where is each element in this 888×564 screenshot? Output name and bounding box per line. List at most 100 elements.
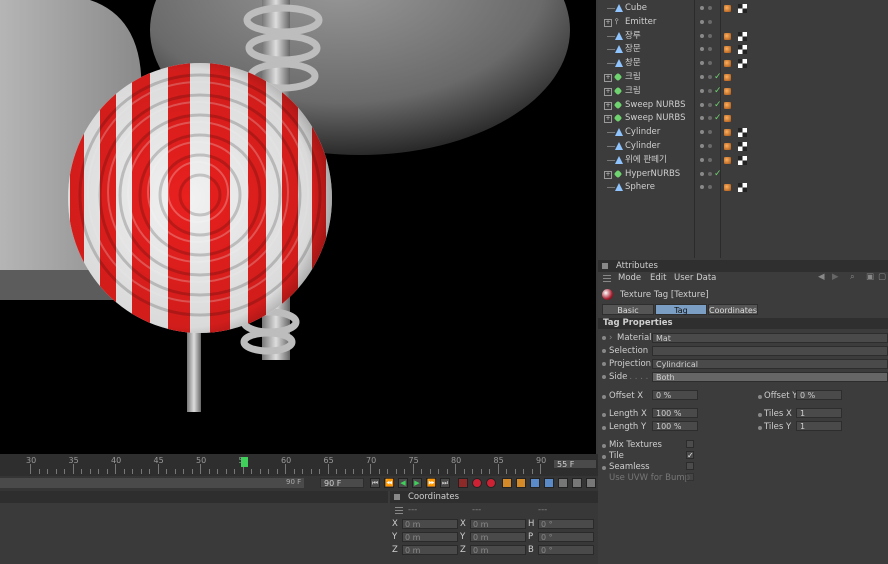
keyframe-dot[interactable] [602, 413, 606, 417]
object-row[interactable]: 창문 [598, 57, 888, 70]
enabled-check-icon[interactable]: ✓ [714, 112, 722, 125]
phong-tag-icon[interactable] [724, 60, 731, 68]
rotation-field[interactable]: 0 ° [538, 519, 594, 529]
tab-coordinates[interactable]: Coordinates [708, 304, 758, 315]
keyframe-dot[interactable] [602, 395, 606, 399]
editor-visibility-dot[interactable] [700, 185, 704, 190]
expand-toggle-icon[interactable]: + [604, 18, 612, 27]
object-name[interactable]: 장루 [625, 30, 641, 43]
render-visibility-dot[interactable] [708, 19, 712, 24]
keyframe-dot[interactable] [758, 413, 762, 417]
side-dropdown[interactable]: Both [652, 372, 888, 382]
rotation-field[interactable]: 0 ° [538, 545, 594, 555]
tab-tag[interactable]: Tag [655, 304, 707, 315]
render-visibility-dot[interactable] [708, 75, 712, 79]
preview-range-bar[interactable]: 90 F [0, 478, 304, 488]
editor-visibility-dot[interactable] [700, 47, 704, 52]
phong-tag-icon[interactable] [724, 184, 731, 192]
object-row[interactable]: + HyperNURBS ✓ [598, 168, 888, 181]
texture-tag-icon[interactable] [738, 4, 747, 13]
end-frame-field[interactable]: 90 F [320, 478, 364, 488]
object-row[interactable]: 장루 [598, 30, 888, 43]
size-field[interactable]: 0 m [470, 519, 526, 529]
object-name[interactable]: Sweep NURBS [625, 99, 685, 112]
phong-tag-icon[interactable] [724, 115, 731, 123]
keyframe-dot[interactable] [602, 375, 606, 379]
go-to-start-icon[interactable]: ⏮ [370, 478, 380, 488]
expand-toggle-icon[interactable]: + [604, 74, 612, 82]
object-name[interactable]: Cube [625, 2, 647, 15]
render-visibility-dot[interactable] [708, 171, 712, 176]
tiles-y-field[interactable]: 1 [796, 421, 842, 431]
texture-tag-icon[interactable] [738, 31, 747, 41]
mix-textures-checkbox[interactable] [686, 440, 694, 448]
playhead[interactable] [241, 457, 248, 467]
expand-toggle-icon[interactable]: + [604, 170, 612, 179]
editor-visibility-dot[interactable] [700, 102, 704, 107]
length-x-field[interactable]: 100 % [652, 408, 698, 418]
object-row[interactable]: 장문 [598, 43, 888, 56]
object-name[interactable]: HyperNURBS [625, 168, 680, 181]
object-name[interactable]: Cylinder [625, 126, 660, 139]
expand-toggle-icon[interactable]: + [604, 115, 612, 124]
scale-key-icon[interactable] [516, 478, 526, 488]
keyframe-dot[interactable] [602, 336, 606, 340]
editor-visibility-dot[interactable] [700, 157, 704, 162]
editor-visibility-dot[interactable] [700, 130, 704, 135]
editor-visibility-dot[interactable] [700, 144, 704, 148]
selection-field[interactable] [652, 346, 888, 356]
go-to-end-icon[interactable]: ⏭ [440, 478, 450, 488]
phong-tag-icon[interactable] [724, 74, 731, 81]
object-row[interactable]: + ⫯ Emitter [598, 16, 888, 29]
render-visibility-dot[interactable] [708, 33, 712, 38]
object-name[interactable]: Emitter [625, 16, 656, 29]
keyframe-dot[interactable] [602, 444, 606, 448]
projection-dropdown[interactable]: Cylindrical [652, 359, 888, 369]
texture-tag-icon[interactable] [738, 59, 747, 69]
render-visibility-dot[interactable] [708, 144, 712, 148]
phong-tag-icon[interactable] [724, 101, 731, 109]
object-row[interactable]: Cylinder [598, 140, 888, 153]
back-arrow-icon[interactable]: ◀ [818, 272, 825, 282]
new-panel-icon[interactable]: ▢ [878, 272, 886, 282]
size-field[interactable]: 0 m [470, 532, 526, 542]
position-field[interactable]: 0 m [402, 545, 458, 555]
timeline-options-icon[interactable] [586, 478, 596, 488]
object-name[interactable]: 위에 판떼기 [625, 154, 667, 167]
texture-tag-icon[interactable] [738, 45, 747, 55]
object-name[interactable]: Sphere [625, 181, 655, 194]
lock-icon[interactable]: ▣ [866, 272, 874, 282]
object-manager[interactable]: Cube + ⫯ Emitter 장루 장문 창문 + 크림 ✓ + 크림 ✓ + Sweep NURBS ✓… [598, 0, 888, 258]
editor-visibility-dot[interactable] [700, 88, 704, 93]
keyframe-dot[interactable] [602, 426, 606, 430]
keyframe-dot[interactable] [758, 426, 762, 430]
keyframe-menu-icon[interactable] [572, 478, 582, 488]
enabled-check-icon[interactable]: ✓ [714, 99, 722, 112]
editor-visibility-dot[interactable] [700, 171, 704, 176]
material-field[interactable]: Mat [652, 333, 888, 343]
position-field[interactable]: 0 m [402, 532, 458, 542]
object-name[interactable]: 장문 [625, 43, 641, 56]
prev-key-icon[interactable]: ⏪ [384, 478, 394, 488]
object-row[interactable]: + Sweep NURBS ✓ [598, 99, 888, 112]
enabled-check-icon[interactable]: ✓ [714, 168, 722, 181]
phong-tag-icon[interactable] [724, 46, 731, 54]
phong-tag-icon[interactable] [724, 87, 731, 95]
render-visibility-dot[interactable] [708, 185, 712, 190]
seamless-checkbox[interactable] [686, 462, 694, 470]
render-visibility-dot[interactable] [708, 88, 712, 93]
object-row[interactable]: + 크림 ✓ [598, 71, 888, 84]
menu-edit[interactable]: Edit [650, 273, 666, 283]
editor-visibility-dot[interactable] [700, 6, 704, 10]
texture-tag-icon[interactable] [738, 183, 747, 193]
forward-arrow-icon[interactable]: ▶ [832, 272, 839, 282]
keyframe-dot[interactable] [602, 455, 606, 459]
object-row[interactable]: Cube [598, 2, 888, 15]
keyframe-dot[interactable] [602, 362, 606, 366]
timeline[interactable]: 30354045505560657075808590 55 F [0, 454, 598, 476]
render-visibility-dot[interactable] [708, 116, 712, 121]
autokey-icon[interactable] [486, 478, 496, 488]
texture-tag-icon[interactable] [738, 128, 747, 138]
expand-toggle-icon[interactable]: + [604, 87, 612, 96]
editor-visibility-dot[interactable] [700, 75, 704, 79]
